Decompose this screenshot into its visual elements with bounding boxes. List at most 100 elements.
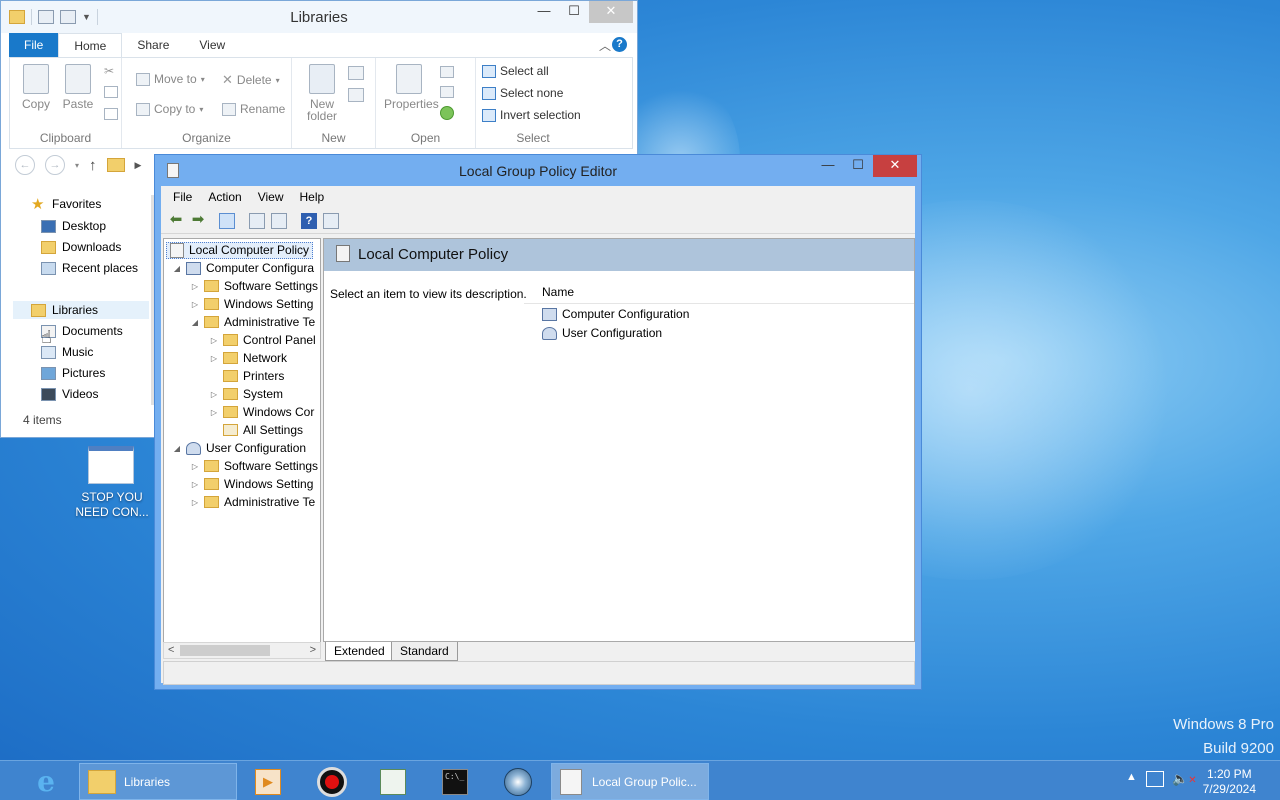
expand-icon[interactable]: ▷ [209,354,219,363]
desktop-shortcut-icon[interactable] [88,446,134,484]
back-arrow-icon[interactable]: ← [15,155,35,175]
expand-icon[interactable]: ▷ [209,336,219,345]
cut-icon[interactable]: ✂ [104,64,114,78]
tree-root[interactable]: Local Computer Policy [166,241,314,259]
collapse-icon[interactable]: ◢ [172,444,182,453]
tab-file[interactable]: File [9,33,59,57]
list-item-user-configuration[interactable]: User Configuration [542,326,662,340]
invert-selection-button[interactable]: Invert selection [482,108,581,122]
back-arrow-icon[interactable]: ⬅ [167,212,185,229]
nav-downloads[interactable]: Downloads [41,240,121,254]
expand-icon[interactable]: ▷ [190,498,200,507]
delete-button[interactable]: ✕ Delete ▾ [222,72,280,88]
easy-access-icon[interactable] [348,88,364,102]
show-hidden-icons[interactable]: ▲ [1126,771,1137,783]
tab-view[interactable]: View [184,33,240,57]
tree-software-settings[interactable]: ▷ Software Settings [190,277,318,295]
scrollbar-thumb[interactable] [180,645,270,656]
maximize-button[interactable]: ☐ [843,155,873,177]
column-header-name[interactable]: Name [542,285,574,299]
menu-file[interactable]: File [165,186,200,208]
copy-to-button[interactable]: Copy to ▾ [136,102,203,116]
expand-icon[interactable]: ▷ [209,408,219,417]
nav-libraries[interactable]: Libraries [31,303,98,317]
nav-desktop[interactable]: Desktop [41,219,106,233]
new-item-icon[interactable] [348,66,364,80]
new-folder-button[interactable]: New folder [302,64,342,122]
up-arrow-icon[interactable]: ↑ [89,157,97,174]
taskbar-internet-explorer[interactable]: e [22,763,70,800]
tree-administrative-templates[interactable]: ◢ Administrative Te [190,313,315,331]
rename-button[interactable]: Rename [222,102,285,116]
group-policy-editor-window[interactable]: Local Group Policy Editor — ☐ ✕ File Act… [154,154,922,690]
menu-view[interactable]: View [250,186,292,208]
tree-system[interactable]: ▷ System [209,385,283,403]
history-icon[interactable] [440,106,454,120]
forward-arrow-icon[interactable]: → [45,155,65,175]
tree-user-software-settings[interactable]: ▷ Software Settings [190,457,318,475]
lgpe-titlebar[interactable]: Local Group Policy Editor — ☐ ✕ [155,155,921,187]
paste-button[interactable]: Paste [58,64,98,110]
help-icon[interactable]: ? [612,37,627,52]
close-button[interactable]: ✕ [873,155,917,177]
tree-windows-settings[interactable]: ▷ Windows Setting [190,295,313,313]
tree-user-configuration[interactable]: ◢ User Configuration [172,439,306,457]
taskbar-libraries[interactable]: Libraries [79,763,237,800]
copy-path-icon[interactable] [104,86,118,98]
nav-recent-places[interactable]: Recent places [41,261,138,275]
minimize-button[interactable]: — [529,1,559,23]
paste-shortcut-icon[interactable] [104,108,118,120]
select-none-button[interactable]: Select none [482,86,563,100]
nav-videos[interactable]: Videos [41,387,98,401]
tab-extended[interactable]: Extended [325,642,394,661]
nav-pictures[interactable]: Pictures [41,366,105,380]
nav-documents[interactable]: Documents [41,324,123,338]
show-hide-tree-icon[interactable] [219,213,235,229]
tab-share[interactable]: Share [122,33,184,57]
tree-user-windows-settings[interactable]: ▷ Windows Setting [190,475,313,493]
taskbar-recorder[interactable] [308,763,356,800]
edit-icon[interactable] [440,86,454,98]
filter-icon[interactable] [323,213,339,229]
tab-standard[interactable]: Standard [391,642,458,661]
minimize-button[interactable]: — [813,155,843,177]
recent-locations-icon[interactable]: ▾ [75,161,79,170]
expand-icon[interactable]: ▷ [209,390,219,399]
properties-button[interactable]: Properties [384,64,439,110]
close-button[interactable]: ✕ [589,1,633,23]
scroll-left-icon[interactable]: < [168,643,174,658]
collapse-icon[interactable]: ◢ [172,264,182,273]
maximize-button[interactable]: ☐ [559,1,589,23]
tree-printers[interactable]: Printers [209,367,284,385]
collapse-icon[interactable]: ◢ [190,318,200,327]
menu-action[interactable]: Action [200,186,249,208]
taskbar-document-app[interactable] [370,763,416,800]
help-icon[interactable]: ? [301,213,317,229]
collapse-ribbon-icon[interactable]: ︿ [599,37,611,54]
tree-control-panel[interactable]: ▷ Control Panel [209,331,316,349]
forward-arrow-icon[interactable]: ➡ [189,212,207,229]
nav-favorites[interactable]: ★ Favorites [31,197,101,212]
expand-icon[interactable]: ▷ [190,480,200,489]
chevron-right-icon[interactable]: ▶ [135,160,142,171]
tree-network[interactable]: ▷ Network [209,349,287,367]
tree-horizontal-scrollbar[interactable]: < > [163,642,321,659]
taskbar-media-player[interactable]: ▶ [245,763,291,800]
copy-button[interactable]: Copy [16,64,56,110]
volume-muted-icon[interactable]: 🔈✕ [1172,771,1197,787]
system-clock[interactable]: 1:20 PM 7/29/2024 [1203,767,1256,797]
expand-icon[interactable]: ▷ [190,462,200,471]
export-list-icon[interactable] [271,213,287,229]
folder-icon[interactable] [106,158,125,172]
tree-user-administrative-templates[interactable]: ▷ Administrative Te [190,493,315,511]
taskbar-group-policy-editor[interactable]: Local Group Polic... [551,763,709,800]
open-icon[interactable] [440,66,454,78]
tab-home[interactable]: Home [58,33,123,57]
tree-all-settings[interactable]: All Settings [209,421,303,439]
expand-icon[interactable]: ▷ [190,282,200,291]
tree-windows-components[interactable]: ▷ Windows Cor [209,403,314,421]
scroll-right-icon[interactable]: > [310,643,316,658]
desktop-shortcut-label[interactable]: STOP YOU NEED CON... [68,490,156,520]
menu-help[interactable]: Help [292,186,333,208]
list-item-computer-configuration[interactable]: Computer Configuration [542,307,689,321]
